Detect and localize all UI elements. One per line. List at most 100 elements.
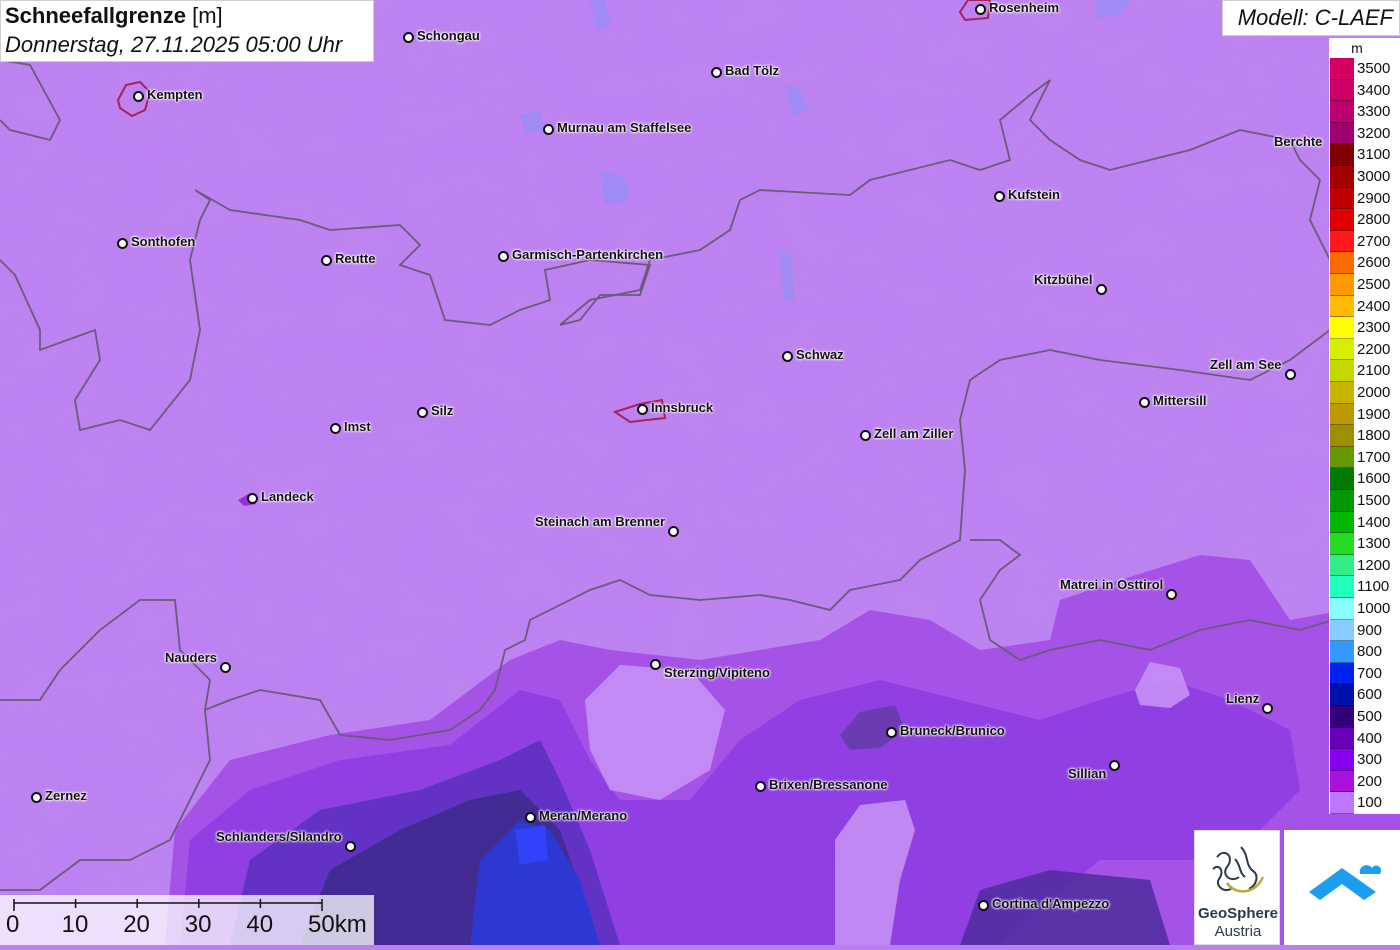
legend-swatch xyxy=(1330,619,1354,642)
legend-row: 700 xyxy=(1329,662,1400,685)
city-marker[interactable] xyxy=(116,237,128,249)
city-label: Meran/Merano xyxy=(539,808,628,823)
city-label: Sonthofen xyxy=(131,234,196,249)
legend-row: 2900 xyxy=(1329,187,1400,210)
city-marker[interactable] xyxy=(710,66,722,78)
legend-label: 1600 xyxy=(1357,470,1391,488)
legend-row: 900 xyxy=(1329,619,1400,642)
city-marker[interactable] xyxy=(1095,283,1107,295)
legend-row: 600 xyxy=(1329,684,1400,706)
city-marker[interactable] xyxy=(30,791,42,803)
legend-label: 2200 xyxy=(1357,340,1391,358)
city-label: Berchte xyxy=(1274,134,1323,149)
city-marker[interactable] xyxy=(132,90,144,102)
city-label: Schwaz xyxy=(796,347,844,362)
map-canvas[interactable] xyxy=(0,0,1400,945)
city-label: Bad Tölz xyxy=(725,63,780,78)
city-marker[interactable] xyxy=(1108,759,1120,771)
legend-label: 2400 xyxy=(1357,297,1391,315)
legend-row: 2400 xyxy=(1329,295,1400,318)
city-label: Garmisch-Partenkirchen xyxy=(512,247,664,262)
legend-label: 200 xyxy=(1357,772,1383,790)
legend-label: 500 xyxy=(1357,708,1383,725)
legend-swatch xyxy=(1330,533,1354,555)
legend-row: 3200 xyxy=(1329,122,1400,145)
legend-row: 1600 xyxy=(1329,468,1400,490)
city-marker[interactable] xyxy=(542,123,554,135)
city-marker[interactable] xyxy=(667,525,679,537)
city-marker[interactable] xyxy=(416,406,428,418)
legend-swatch xyxy=(1330,727,1354,750)
city-marker[interactable] xyxy=(885,726,897,738)
city-label: Schlanders/Silandro xyxy=(216,829,342,844)
city-marker[interactable] xyxy=(1284,368,1296,380)
legend-swatch xyxy=(1330,425,1354,447)
legend-swatch xyxy=(1330,598,1354,620)
city-marker[interactable] xyxy=(344,840,356,852)
legend-swatch xyxy=(1330,641,1354,663)
legend-row: 300 xyxy=(1329,749,1400,771)
legend-row: 500 xyxy=(1329,706,1400,728)
legend-swatch xyxy=(1330,209,1354,231)
city-label: Steinach am Brenner xyxy=(535,514,666,529)
legend-label: 1000 xyxy=(1357,600,1391,617)
city-marker[interactable] xyxy=(524,811,536,823)
city-marker[interactable] xyxy=(754,780,766,792)
city-marker[interactable] xyxy=(636,403,648,415)
city-marker[interactable] xyxy=(993,190,1005,202)
city-label: Brixen/Bressanone xyxy=(769,777,888,792)
city-label: Nauders xyxy=(165,650,218,665)
legend-label: 3000 xyxy=(1357,168,1391,185)
legend-row: 400 xyxy=(1329,727,1400,750)
geosphere-swirl-icon xyxy=(1212,846,1265,893)
city-label: Mittersill xyxy=(1153,393,1207,408)
legend-row: 3400 xyxy=(1329,79,1400,102)
city-marker[interactable] xyxy=(781,350,793,362)
legend-swatch xyxy=(1330,468,1354,490)
city-label: Matrei in Osttirol xyxy=(1060,577,1164,592)
legend-row: 2200 xyxy=(1329,338,1400,361)
city-marker[interactable] xyxy=(246,492,258,504)
legend-row: 2700 xyxy=(1329,230,1400,253)
city-marker[interactable] xyxy=(329,422,341,434)
legend-label: 700 xyxy=(1357,664,1383,682)
legend-label: 1400 xyxy=(1357,513,1391,531)
parameter-name: Schneefallgrenze xyxy=(5,3,186,28)
city-label: Bruneck/Brunico xyxy=(900,723,1005,738)
legend-swatch xyxy=(1330,490,1354,512)
city-marker[interactable] xyxy=(219,661,231,673)
city-marker[interactable] xyxy=(1261,702,1273,714)
legend-row: 2500 xyxy=(1329,274,1400,296)
legend-label: 2700 xyxy=(1357,232,1391,250)
city-marker[interactable] xyxy=(320,254,332,266)
app-logo[interactable] xyxy=(1284,830,1400,945)
legend-label: 2000 xyxy=(1357,384,1391,401)
scale-label: 40 xyxy=(246,911,274,938)
city-marker[interactable] xyxy=(402,31,414,43)
city-marker[interactable] xyxy=(649,658,661,670)
legend-row: 2100 xyxy=(1329,360,1400,382)
legend-label: 1300 xyxy=(1357,535,1391,553)
city-label: Kitzbühel xyxy=(1034,272,1093,287)
legend-swatch xyxy=(1330,144,1354,166)
city-marker[interactable] xyxy=(1165,588,1177,600)
geosphere-logo[interactable]: GeoSphere Austria xyxy=(1194,830,1280,945)
city-marker[interactable] xyxy=(977,899,989,911)
legend-row: 200 xyxy=(1329,770,1400,793)
city-marker[interactable] xyxy=(497,250,509,262)
scale-bar: 0 10 20 30 40 50km xyxy=(0,895,374,945)
legend-label: 2900 xyxy=(1357,189,1391,207)
legend-swatch xyxy=(1330,187,1354,210)
legend-label: 3500 xyxy=(1357,60,1391,77)
city-marker[interactable] xyxy=(974,3,986,15)
legend-unit: m xyxy=(1351,40,1363,56)
legend-swatch xyxy=(1330,166,1354,188)
legend-row: 3100 xyxy=(1329,144,1400,166)
legend-swatch xyxy=(1330,122,1354,145)
legend-label: 1200 xyxy=(1357,556,1391,574)
legend-swatch xyxy=(1330,317,1354,339)
legend-row: 1000 xyxy=(1329,598,1400,620)
city-marker[interactable] xyxy=(1138,396,1150,408)
legend-row: 3000 xyxy=(1329,166,1400,188)
city-marker[interactable] xyxy=(859,429,871,441)
